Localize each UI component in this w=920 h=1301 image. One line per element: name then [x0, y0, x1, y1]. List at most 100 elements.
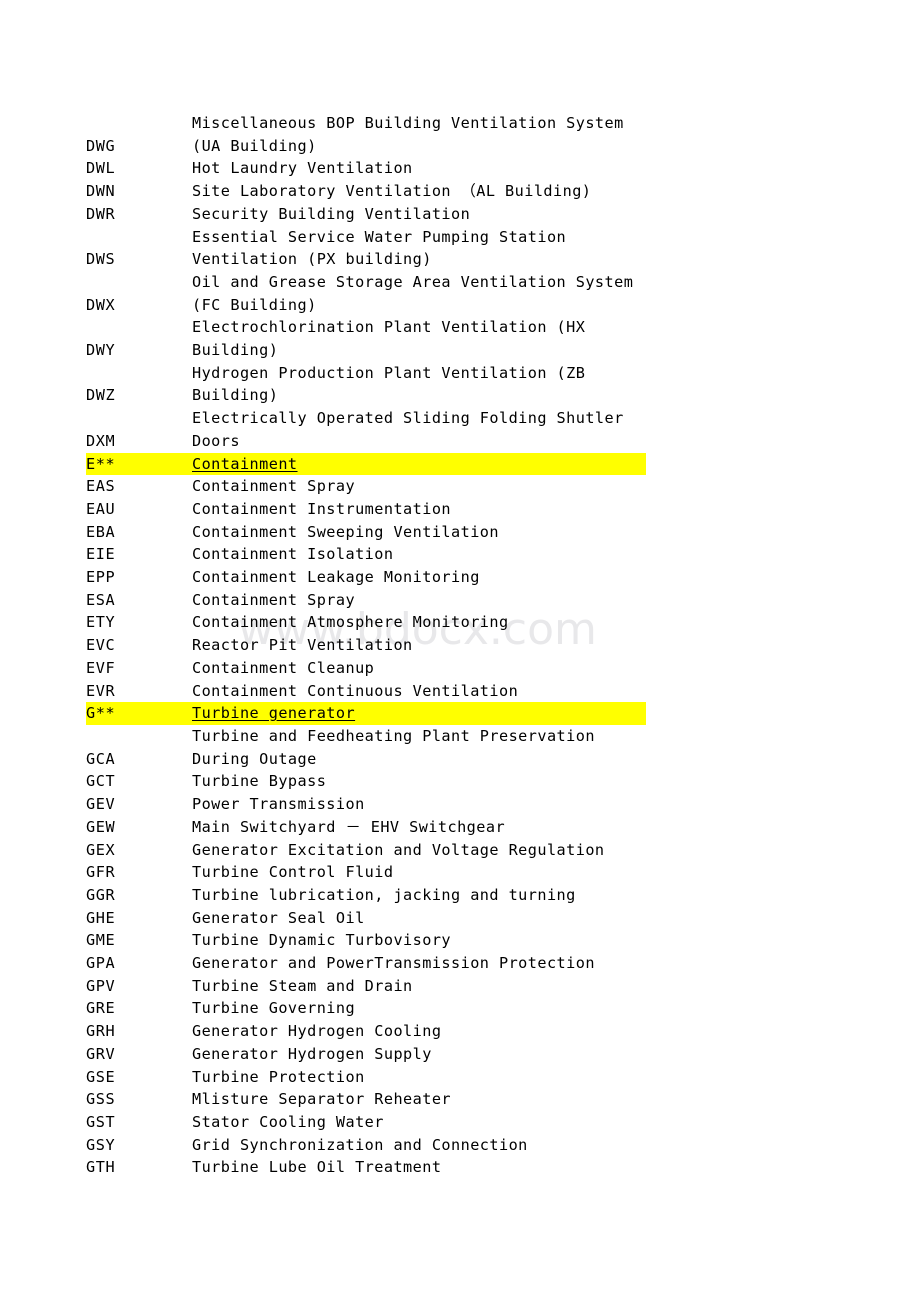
- system-description-line: Containment Leakage Monitoring: [192, 568, 480, 587]
- system-description-line: Grid Synchronization and Connection: [192, 1135, 528, 1154]
- table-row: ESA Containment Spray: [86, 589, 646, 612]
- system-code-cell: ESA: [86, 589, 192, 612]
- system-code-cell: ETY: [86, 611, 192, 634]
- system-description-line: Reactor Pit Ventilation: [192, 636, 413, 655]
- system-description-cell: Turbine Steam and Drain: [192, 975, 646, 998]
- system-description-line: Building): [192, 386, 279, 405]
- system-description-line: Power Transmission: [192, 795, 365, 814]
- system-description-cell: Reactor Pit Ventilation: [192, 634, 646, 657]
- system-description-line: Building): [192, 341, 279, 360]
- system-description-cell: Generator Hydrogen Supply: [192, 1043, 646, 1066]
- system-code-cell: GFR: [86, 861, 192, 884]
- system-description-cell: Containment Cleanup: [192, 657, 646, 680]
- system-description-cell: Generator Hydrogen Cooling: [192, 1020, 646, 1043]
- table-row: DWZ Hydrogen Production Plant Ventilation…: [86, 362, 646, 407]
- system-code-cell: GEW: [86, 816, 192, 839]
- system-description-line: Hydrogen Production Plant Ventilation (Z…: [192, 363, 586, 382]
- system-code-label: GSY: [86, 1135, 116, 1154]
- table-row: DWL Hot Laundry Ventilation: [86, 157, 646, 180]
- system-code-table: DWG Miscellaneous BOP Building Ventilatio…: [86, 112, 646, 1179]
- system-description-line: Generator Seal Oil: [192, 908, 365, 927]
- system-code-cell: GSS: [86, 1088, 192, 1111]
- system-description-line: Turbine Steam and Drain: [192, 976, 413, 995]
- system-description-line: Turbine and Feedheating Plant Preservati…: [192, 726, 595, 745]
- system-description-line: Doors: [192, 431, 240, 450]
- system-description-line: Containment Isolation: [192, 545, 394, 564]
- system-code-cell: GCA: [86, 725, 192, 770]
- table-row: GGR Turbine lubrication, jacking and turn…: [86, 884, 646, 907]
- table-row: GEW Main Switchyard － EHV Switchgear: [86, 816, 646, 839]
- system-description-line: Containment Spray: [192, 477, 356, 496]
- table-row: GCT Turbine Bypass: [86, 770, 646, 793]
- system-description-cell: Site Laboratory Ventilation （AL Building…: [192, 180, 646, 203]
- system-description-cell: Containment Spray: [192, 589, 646, 612]
- system-code-table-body: DWG Miscellaneous BOP Building Ventilatio…: [86, 112, 646, 1179]
- system-description-cell: Miscellaneous BOP Building Ventilation S…: [192, 112, 646, 157]
- system-code-cell: EVR: [86, 680, 192, 703]
- system-description-line: Site Laboratory Ventilation （AL Building…: [192, 182, 592, 201]
- system-description-line: Main Switchyard － EHV Switchgear: [192, 817, 506, 836]
- system-description-cell: Turbine generator: [192, 702, 646, 725]
- system-code-cell: GSY: [86, 1134, 192, 1157]
- system-code-label: GRH: [86, 1022, 116, 1041]
- table-row: EAS Containment Spray: [86, 475, 646, 498]
- system-description-cell: Hot Laundry Ventilation: [192, 157, 646, 180]
- system-description-cell: Containment Atmosphere Monitoring: [192, 611, 646, 634]
- system-description-cell: Mlisture Separator Reheater: [192, 1088, 646, 1111]
- system-code-label: EBA: [86, 522, 116, 541]
- system-description-cell: Turbine and Feedheating Plant Preservati…: [192, 725, 646, 770]
- table-row: EBA Containment Sweeping Ventilation: [86, 521, 646, 544]
- system-description-line: Turbine Control Fluid: [192, 863, 394, 882]
- system-description-line: (UA Building): [192, 136, 317, 155]
- system-description-line: Containment Atmosphere Monitoring: [192, 613, 509, 632]
- system-description-line: Containment Continuous Ventilation: [192, 681, 519, 700]
- system-code-label: GCT: [86, 772, 116, 791]
- system-description-line: Miscellaneous BOP Building Ventilation S…: [192, 114, 624, 132]
- system-description-cell: Turbine Protection: [192, 1066, 646, 1089]
- table-row: GHE Generator Seal Oil: [86, 907, 646, 930]
- table-row: EVC Reactor Pit Ventilation: [86, 634, 646, 657]
- system-code-cell: GRE: [86, 997, 192, 1020]
- system-code-label: DWG: [86, 136, 116, 155]
- system-code-label: EIE: [86, 545, 116, 564]
- system-description-line: Containment Sweeping Ventilation: [192, 522, 499, 541]
- system-description-cell: Power Transmission: [192, 793, 646, 816]
- system-code-cell: GEX: [86, 839, 192, 862]
- system-description-line: Containment Spray: [192, 590, 356, 609]
- table-row: GTH Turbine Lube Oil Treatment: [86, 1156, 646, 1179]
- system-description-line: Essential Service Water Pumping Station: [192, 227, 567, 246]
- system-description-cell: Security Building Ventilation: [192, 203, 646, 226]
- system-code-label: EVR: [86, 681, 116, 700]
- table-row: GSY Grid Synchronization and Connection: [86, 1134, 646, 1157]
- system-description-cell: Essential Service Water Pumping Station V…: [192, 226, 646, 271]
- system-code-label: GTH: [86, 1158, 116, 1177]
- system-description-line: Turbine lubrication, jacking and turning: [192, 885, 576, 904]
- system-description-cell: Containment Continuous Ventilation: [192, 680, 646, 703]
- system-code-label: DXM: [86, 431, 116, 450]
- table-row: GRV Generator Hydrogen Supply: [86, 1043, 646, 1066]
- system-code-cell: DWG: [86, 112, 192, 157]
- table-row: EAU Containment Instrumentation: [86, 498, 646, 521]
- system-code-cell: DWL: [86, 157, 192, 180]
- system-code-label: GPA: [86, 954, 116, 973]
- document-page: www.bdocx.com DWG Miscellaneous BOP Build…: [0, 0, 920, 1301]
- system-description-cell: Containment Spray: [192, 475, 646, 498]
- table-row: GRE Turbine Governing: [86, 997, 646, 1020]
- system-code-label: DWN: [86, 182, 116, 201]
- system-description-cell: Generator Seal Oil: [192, 907, 646, 930]
- system-code-label: GGR: [86, 885, 116, 904]
- table-row: GEX Generator Excitation and Voltage Regu…: [86, 839, 646, 862]
- table-row: GFR Turbine Control Fluid: [86, 861, 646, 884]
- table-row: EVR Containment Continuous Ventilation: [86, 680, 646, 703]
- system-code-cell: GRV: [86, 1043, 192, 1066]
- system-description-cell: Containment Sweeping Ventilation: [192, 521, 646, 544]
- system-description-line: Turbine Lube Oil Treatment: [192, 1158, 442, 1177]
- system-code-cell: G**: [86, 702, 192, 725]
- system-description-line: Generator Excitation and Voltage Regulat…: [192, 840, 605, 859]
- system-description-cell: Containment Instrumentation: [192, 498, 646, 521]
- system-code-cell: GRH: [86, 1020, 192, 1043]
- table-row: GPV Turbine Steam and Drain: [86, 975, 646, 998]
- table-row-section-header: G** Turbine generator: [86, 702, 646, 725]
- system-code-label: GME: [86, 931, 116, 950]
- system-description-cell: Turbine Governing: [192, 997, 646, 1020]
